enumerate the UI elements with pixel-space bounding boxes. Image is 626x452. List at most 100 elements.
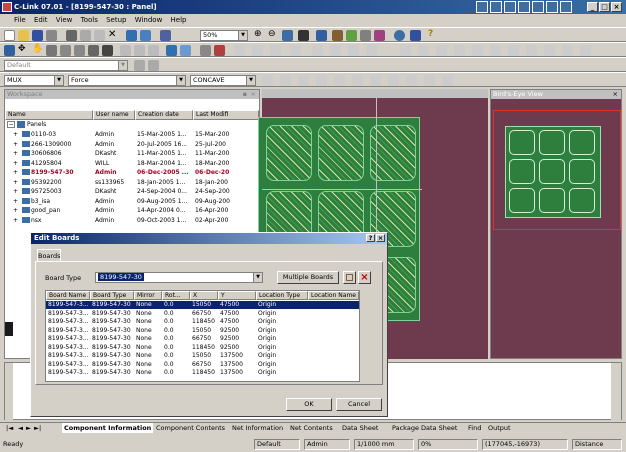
route-icon[interactable] bbox=[180, 45, 191, 56]
zoom-window-icon[interactable] bbox=[282, 30, 293, 41]
window-icon[interactable] bbox=[410, 30, 421, 41]
board-row[interactable]: 8199-547-3... 8199-547-30 None 0.0 66750 4750… bbox=[46, 310, 359, 318]
tool-icon[interactable] bbox=[406, 75, 417, 86]
chevron-down-icon[interactable]: ▼ bbox=[176, 76, 185, 85]
tab-data-sheet[interactable]: Data Sheet bbox=[342, 423, 378, 433]
power-icon[interactable] bbox=[580, 45, 591, 56]
tree-item[interactable]: +41295804 WILL 18-Mar-2004 1... 18-Mar-200 bbox=[5, 159, 259, 168]
board-row[interactable]: 8199-547-3... 8199-547-30 None 0.0 15050 4750… bbox=[46, 301, 359, 309]
column-header-x[interactable]: X bbox=[190, 291, 218, 300]
layout-icon[interactable] bbox=[120, 45, 131, 56]
mux-select[interactable]: MUX ▼ bbox=[4, 75, 64, 86]
column-header-board-type[interactable]: Board Type bbox=[90, 291, 134, 300]
column-header-rotation[interactable]: Rot... bbox=[162, 291, 190, 300]
nav-last-icon[interactable] bbox=[366, 45, 377, 56]
snapshot-icon[interactable] bbox=[160, 30, 171, 41]
column-header-modified[interactable]: Last Modifi bbox=[193, 110, 259, 120]
expand-icon[interactable]: + bbox=[13, 197, 21, 206]
tool-icon[interactable] bbox=[298, 75, 309, 86]
column-header-y[interactable]: Y bbox=[218, 291, 256, 300]
drag-icon[interactable] bbox=[46, 45, 57, 56]
layout-icon[interactable] bbox=[134, 45, 145, 56]
ok-button[interactable]: OK bbox=[286, 398, 332, 411]
tool-icon[interactable] bbox=[370, 75, 381, 86]
expand-icon[interactable]: + bbox=[13, 130, 21, 139]
chevron-down-icon[interactable]: ▼ bbox=[238, 31, 247, 40]
board-outline[interactable] bbox=[266, 125, 312, 181]
tool-icon[interactable] bbox=[424, 75, 435, 86]
expand-icon[interactable]: + bbox=[13, 168, 21, 177]
tab-net-information[interactable]: Net Information bbox=[232, 423, 283, 433]
column-header-name[interactable]: Name bbox=[5, 110, 93, 120]
delete-board-icon[interactable]: × bbox=[358, 271, 371, 284]
column-header-board-name[interactable]: Board Name bbox=[46, 291, 90, 300]
move-icon[interactable]: ✥ bbox=[18, 45, 29, 56]
open-folder-icon[interactable] bbox=[18, 30, 29, 41]
chevron-down-icon[interactable]: ▼ bbox=[246, 76, 255, 85]
tab-net-contents[interactable]: Net Contents bbox=[290, 423, 333, 433]
tree-item[interactable]: + nsx Admin 09-Oct-2003 1... 02-Apr-200 bbox=[5, 216, 259, 225]
tree-root[interactable]: − Panels bbox=[5, 120, 259, 129]
tool-icon[interactable] bbox=[360, 30, 371, 41]
maximize-button[interactable]: □ bbox=[599, 2, 610, 12]
help-icon[interactable]: ? bbox=[428, 30, 439, 41]
chevron-down-icon[interactable]: ▼ bbox=[253, 273, 262, 282]
tab-boards[interactable]: Boards bbox=[37, 249, 61, 261]
cancel-button[interactable]: Cancel bbox=[336, 398, 382, 411]
nav-prev-icon[interactable] bbox=[330, 45, 341, 56]
tool-icon[interactable] bbox=[334, 75, 345, 86]
chevron-down-icon[interactable]: ▼ bbox=[54, 76, 63, 85]
board-row[interactable]: 8199-547-3... 8199-547-30 None 0.0 118450 137… bbox=[46, 369, 359, 377]
tray-icon[interactable] bbox=[518, 1, 530, 13]
arrow-icon[interactable] bbox=[252, 45, 263, 56]
column-header-user[interactable]: User name bbox=[93, 110, 135, 120]
splitter-handle[interactable] bbox=[5, 322, 13, 336]
force-select[interactable]: Force ▼ bbox=[68, 75, 186, 86]
layer-icon[interactable] bbox=[134, 60, 145, 71]
close-icon[interactable]: × bbox=[613, 90, 618, 99]
board-row[interactable]: 8199-547-3... 8199-547-30 None 0.0 15050 9250… bbox=[46, 327, 359, 335]
close-icon[interactable]: × bbox=[376, 234, 385, 242]
shape-rect-icon[interactable] bbox=[508, 45, 519, 56]
shape-poly-icon[interactable] bbox=[436, 45, 447, 56]
menu-window[interactable]: Window bbox=[135, 16, 163, 24]
expand-icon[interactable]: + bbox=[13, 159, 21, 168]
board-row[interactable]: 8199-547-3... 8199-547-30 None 0.0 66750 1375… bbox=[46, 361, 359, 369]
column-header-mirror[interactable]: Mirror bbox=[134, 291, 162, 300]
flag-icon[interactable] bbox=[562, 45, 573, 56]
tray-icon[interactable] bbox=[560, 1, 572, 13]
tree-item[interactable]: +95392200 ss133965 18-Jan-2005 1... 18-Jan-… bbox=[5, 178, 259, 187]
cut-icon[interactable] bbox=[66, 30, 77, 41]
tray-icon[interactable] bbox=[546, 1, 558, 13]
menu-view[interactable]: View bbox=[56, 16, 73, 24]
tool-icon[interactable] bbox=[262, 75, 273, 86]
tab-find[interactable]: Find bbox=[468, 423, 481, 433]
delete-icon[interactable]: ✕ bbox=[108, 30, 119, 41]
menu-tools[interactable]: Tools bbox=[81, 16, 98, 24]
menu-edit[interactable]: Edit bbox=[34, 16, 48, 24]
multiple-boards-button[interactable]: Multiple Boards bbox=[277, 271, 339, 284]
expand-icon[interactable]: + bbox=[13, 140, 21, 149]
board-row[interactable]: 8199-547-3... 8199-547-30 None 0.0 118450 475… bbox=[46, 318, 359, 326]
shape-rect-icon[interactable] bbox=[400, 45, 411, 56]
pin-icon[interactable]: ▪ bbox=[243, 90, 247, 99]
nav-next-icon[interactable] bbox=[348, 45, 359, 56]
cursor-icon[interactable] bbox=[234, 45, 245, 56]
arrow-icon[interactable] bbox=[270, 45, 281, 56]
link-icon[interactable] bbox=[316, 30, 327, 41]
tree-item[interactable]: +266-1309000 Admin 20-Jul-2005 16... 25-Jul… bbox=[5, 140, 259, 149]
close-button[interactable]: × bbox=[611, 2, 622, 12]
shape-line-icon[interactable] bbox=[490, 45, 501, 56]
tab-nav-last-icon[interactable]: ►| bbox=[34, 423, 41, 433]
new-file-icon[interactable] bbox=[4, 30, 15, 41]
copy-icon[interactable] bbox=[80, 30, 91, 41]
list-icon[interactable] bbox=[298, 30, 309, 41]
layout-icon[interactable] bbox=[148, 45, 159, 56]
shape-rect-icon[interactable] bbox=[544, 45, 555, 56]
tree-item[interactable]: + b3_isa Admin 09-Aug-2005 1... 09-Aug-200 bbox=[5, 197, 259, 206]
arrow-icon[interactable] bbox=[290, 45, 301, 56]
tray-icon[interactable] bbox=[532, 1, 544, 13]
globe-icon[interactable] bbox=[394, 30, 405, 41]
minimize-button[interactable]: _ bbox=[587, 2, 598, 12]
menu-file[interactable]: File bbox=[14, 16, 26, 24]
